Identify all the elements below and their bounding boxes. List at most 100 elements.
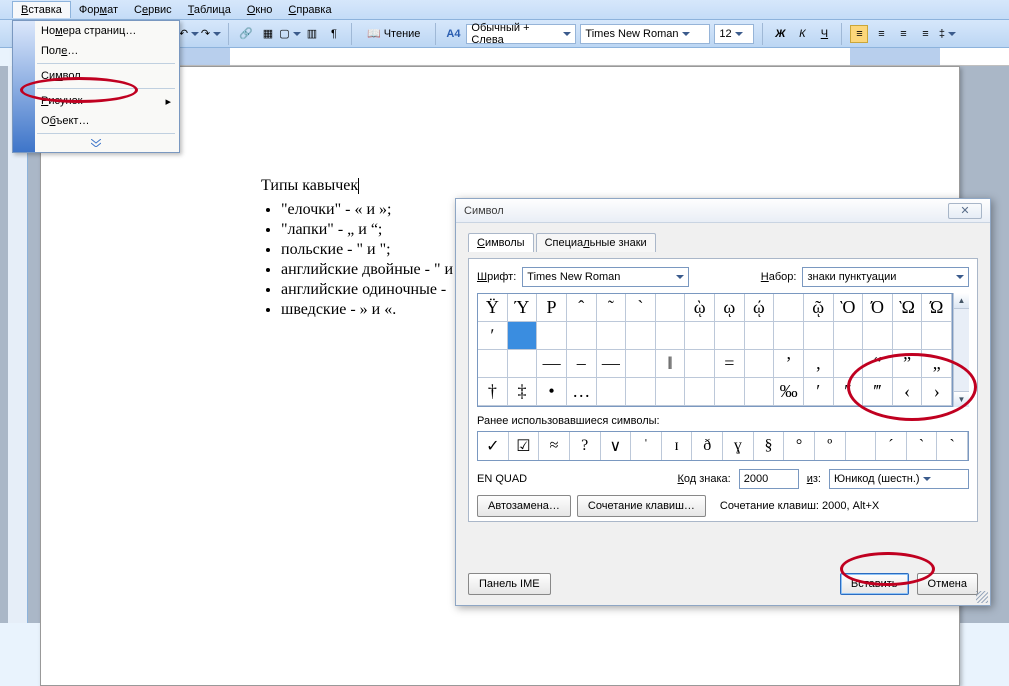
symbol-cell[interactable] (626, 350, 656, 378)
code-input[interactable]: 2000 (739, 469, 799, 489)
italic-button[interactable]: К (793, 25, 811, 43)
style-icon[interactable]: A4 (444, 25, 462, 43)
menu-format[interactable]: Формат (71, 2, 126, 18)
symbol-cell[interactable]: ‡ (508, 378, 538, 406)
symbol-cell[interactable]: “ (863, 350, 893, 378)
recent-symbol-cell[interactable]: º (815, 432, 846, 460)
menu-table[interactable]: Таблица (180, 2, 239, 18)
symbol-cell[interactable] (626, 378, 656, 406)
symbol-cell[interactable]: — (537, 350, 567, 378)
symbol-cell[interactable] (656, 322, 686, 350)
symbol-cell[interactable] (774, 322, 804, 350)
symbol-cell[interactable] (685, 322, 715, 350)
table-icon[interactable]: ▦ (259, 25, 277, 43)
symbol-cell[interactable] (745, 322, 775, 350)
symbol-cell[interactable] (893, 322, 923, 350)
link-icon[interactable]: 🔗 (237, 25, 255, 43)
undo-icon[interactable]: ↶ (180, 25, 198, 43)
recent-symbol-cell[interactable]: ɪ (662, 432, 693, 460)
symbol-cell[interactable] (656, 294, 686, 322)
symbol-cell[interactable]: … (567, 378, 597, 406)
ime-panel-button[interactable]: Панель IME (468, 573, 551, 595)
symbol-cell[interactable] (863, 322, 893, 350)
font-selector[interactable]: Times New Roman (580, 24, 710, 44)
tab-symbols[interactable]: Символы (468, 233, 534, 252)
symbol-cell[interactable] (834, 350, 864, 378)
recent-symbol-cell[interactable]: ° (784, 432, 815, 460)
symbol-cell[interactable] (508, 350, 538, 378)
symbol-cell[interactable]: ‖ (656, 350, 686, 378)
recent-symbol-cell[interactable]: ɣ (723, 432, 754, 460)
symbol-cell[interactable]: „ (922, 350, 952, 378)
reading-mode-button[interactable]: 📖 Чтение (360, 24, 427, 44)
symbol-cell[interactable] (774, 294, 804, 322)
symbol-cell[interactable]: ῳ (715, 294, 745, 322)
symbol-cell[interactable]: ― (597, 350, 627, 378)
symbol-cell[interactable] (508, 322, 538, 350)
symbol-cell[interactable] (597, 322, 627, 350)
tab-special[interactable]: Специальные знаки (536, 233, 656, 252)
dialog-titlebar[interactable]: Символ ✕ (456, 199, 990, 223)
recent-symbol-cell[interactable]: ∨ (601, 432, 632, 460)
menu-item-picture[interactable]: Рисунок▸ (13, 91, 179, 111)
menu-service[interactable]: Сервис (126, 2, 180, 18)
symbol-cell[interactable] (922, 322, 952, 350)
scroll-down-button[interactable]: ▼ (954, 391, 969, 407)
symbol-cell[interactable]: Ὸ (834, 294, 864, 322)
symbol-cell[interactable]: ‚ (804, 350, 834, 378)
symbol-cell[interactable] (597, 378, 627, 406)
symbol-cell[interactable]: ˋ (626, 294, 656, 322)
autocorrect-button[interactable]: Автозамена… (477, 495, 571, 517)
symbol-cell[interactable]: › (922, 378, 952, 406)
align-right-button[interactable]: ≡ (894, 25, 912, 43)
symbol-cell[interactable] (745, 378, 775, 406)
recent-symbol-cell[interactable]: ð (692, 432, 723, 460)
symbol-cell[interactable] (804, 322, 834, 350)
recent-symbol-cell[interactable]: § (754, 432, 785, 460)
size-selector[interactable]: 12 (714, 24, 754, 44)
symbol-cell[interactable] (715, 322, 745, 350)
cancel-button[interactable]: Отмена (917, 573, 978, 595)
recent-symbol-cell[interactable]: ` (907, 432, 938, 460)
symbol-cell[interactable] (478, 350, 508, 378)
symbol-cell[interactable] (745, 350, 775, 378)
symbol-cell[interactable]: ῴ (745, 294, 775, 322)
symbol-cell[interactable]: ˆ (567, 294, 597, 322)
recent-symbol-cell[interactable]: ☑ (509, 432, 540, 460)
recent-symbol-cell[interactable]: ˈ (631, 432, 662, 460)
symbol-cell[interactable] (715, 378, 745, 406)
recent-symbol-cell[interactable]: ≈ (539, 432, 570, 460)
symbol-cell[interactable]: ‴ (863, 378, 893, 406)
symbol-cell[interactable]: ˜ (597, 294, 627, 322)
symbol-cell[interactable]: ῷ (804, 294, 834, 322)
recent-symbol-cell[interactable]: ? (570, 432, 601, 460)
align-left-button[interactable]: ≡ (850, 25, 868, 43)
scroll-up-button[interactable]: ▲ (954, 293, 969, 309)
menu-window[interactable]: Окно (239, 2, 281, 18)
symbol-cell[interactable]: ῲ (685, 294, 715, 322)
line-spacing-button[interactable]: ‡ (938, 25, 956, 43)
symbol-cell[interactable]: Ρ (537, 294, 567, 322)
pilcrow-icon[interactable]: ¶ (325, 25, 343, 43)
symbol-cell[interactable]: – (567, 350, 597, 378)
menu-item-page-numbers[interactable]: Номера страниц… (13, 21, 179, 41)
border-icon[interactable]: ▢ (281, 25, 299, 43)
symbol-cell[interactable] (834, 322, 864, 350)
columns-icon[interactable]: ▥ (303, 25, 321, 43)
recent-symbol-cell[interactable]: ✓ (478, 432, 509, 460)
menu-item-field[interactable]: Поле… (13, 41, 179, 61)
symbol-cell[interactable]: † (478, 378, 508, 406)
symbol-cell[interactable] (626, 322, 656, 350)
insert-button[interactable]: Вставить (840, 573, 909, 595)
symbol-cell[interactable]: ′ (804, 378, 834, 406)
symbol-cell[interactable]: ″ (834, 378, 864, 406)
bold-button[interactable]: Ж (771, 25, 789, 43)
symbol-cell[interactable]: ’ (774, 350, 804, 378)
close-button[interactable]: ✕ (948, 203, 982, 219)
font-select[interactable]: Times New Roman (522, 267, 689, 287)
symbol-cell[interactable]: Ώ (922, 294, 952, 322)
recent-symbol-cell[interactable]: ´ (876, 432, 907, 460)
recent-symbols-grid[interactable]: ✓☑≈?∨ˈɪðɣ§°º´`ˋ (477, 431, 969, 461)
menu-insert[interactable]: Вставка (12, 1, 71, 18)
set-select[interactable]: знаки пунктуации (802, 267, 969, 287)
